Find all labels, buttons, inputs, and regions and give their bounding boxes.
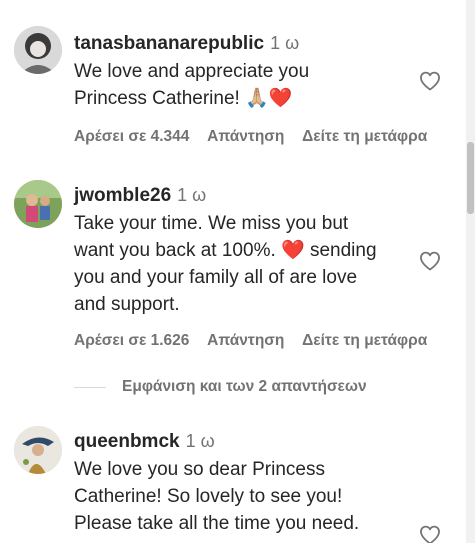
heart-outline-icon[interactable] (418, 249, 442, 273)
comment-line-text: Princess Catherine! (74, 88, 246, 109)
comment-line-text: sending (304, 240, 377, 261)
folded-hands-emoji: 🙏🏼 (245, 88, 269, 109)
reply-button[interactable]: Απάντηση (207, 128, 284, 145)
replies-divider (74, 386, 106, 388)
comment-item: jwomble26 1 ω Take your time. We miss you… (0, 180, 466, 360)
avatar[interactable] (14, 180, 62, 228)
scrollbar-thumb[interactable] (467, 142, 474, 214)
timestamp[interactable]: 1 ω (270, 33, 299, 53)
view-replies-label: Εμφάνιση και των 2 απαντήσεων (122, 378, 367, 395)
likes-count[interactable]: Αρέσει σε 4.344 (74, 128, 189, 145)
red-heart-emoji: ❤️ (268, 88, 293, 109)
see-translation-button[interactable]: Δείτε τη μετάφρα (302, 128, 427, 145)
comments-list: tanasbananarepublic 1 ω We love and appre… (0, 0, 466, 543)
comment-line: Take your time. We miss you but (74, 213, 349, 234)
comment-line: We love you so dear Princess (74, 459, 325, 480)
comment-item: queenbmck 1 ω We love you so dear Princes… (0, 426, 466, 543)
reply-button[interactable]: Απάντηση (207, 332, 284, 349)
comment-line: want you back at 100%. ❤️ sending (74, 237, 409, 264)
comment-text: Take your time. We miss you but want you… (74, 210, 409, 318)
heart-outline-icon[interactable] (418, 69, 442, 93)
avatar[interactable] (14, 426, 62, 474)
comment-actions: Αρέσει σε 1.626 Απάντηση Δείτε τη μετάφρ… (74, 332, 441, 350)
comment-item: tanasbananarepublic 1 ω We love and appre… (0, 26, 466, 156)
red-heart-emoji: ❤️ (281, 240, 305, 261)
username[interactable]: queenbmck (74, 431, 180, 452)
username[interactable]: tanasbananarepublic (74, 33, 264, 54)
comment-text: We love you so dear Princess Catherine! … (74, 456, 409, 537)
comment-line-text: want you back at 100%. (74, 240, 282, 261)
scrollbar[interactable] (466, 0, 475, 543)
timestamp[interactable]: 1 ω (177, 185, 206, 205)
view-replies-button[interactable]: Εμφάνιση και των 2 απαντήσεων (74, 375, 464, 399)
comment-line: We love and appreciate you (74, 61, 310, 82)
timestamp[interactable]: 1 ω (186, 431, 215, 451)
likes-count[interactable]: Αρέσει σε 1.626 (74, 332, 189, 349)
comment-line: Please take all the time you need. (74, 513, 360, 534)
heart-outline-icon[interactable] (418, 523, 442, 543)
avatar[interactable] (14, 26, 62, 74)
username[interactable]: jwomble26 (74, 185, 171, 206)
comment-line: and support. (74, 294, 180, 315)
comment-line: Princess Catherine! 🙏🏼❤️ (74, 85, 409, 112)
comment-text: We love and appreciate you Princess Cath… (74, 58, 409, 112)
see-translation-button[interactable]: Δείτε τη μετάφρα (302, 332, 427, 349)
comment-actions: Αρέσει σε 4.344 Απάντηση Δείτε τη μετάφρ… (74, 128, 441, 146)
comment-line: Catherine! So lovely to see you! (74, 486, 343, 507)
comment-line: you and your family all of are love (74, 267, 358, 288)
